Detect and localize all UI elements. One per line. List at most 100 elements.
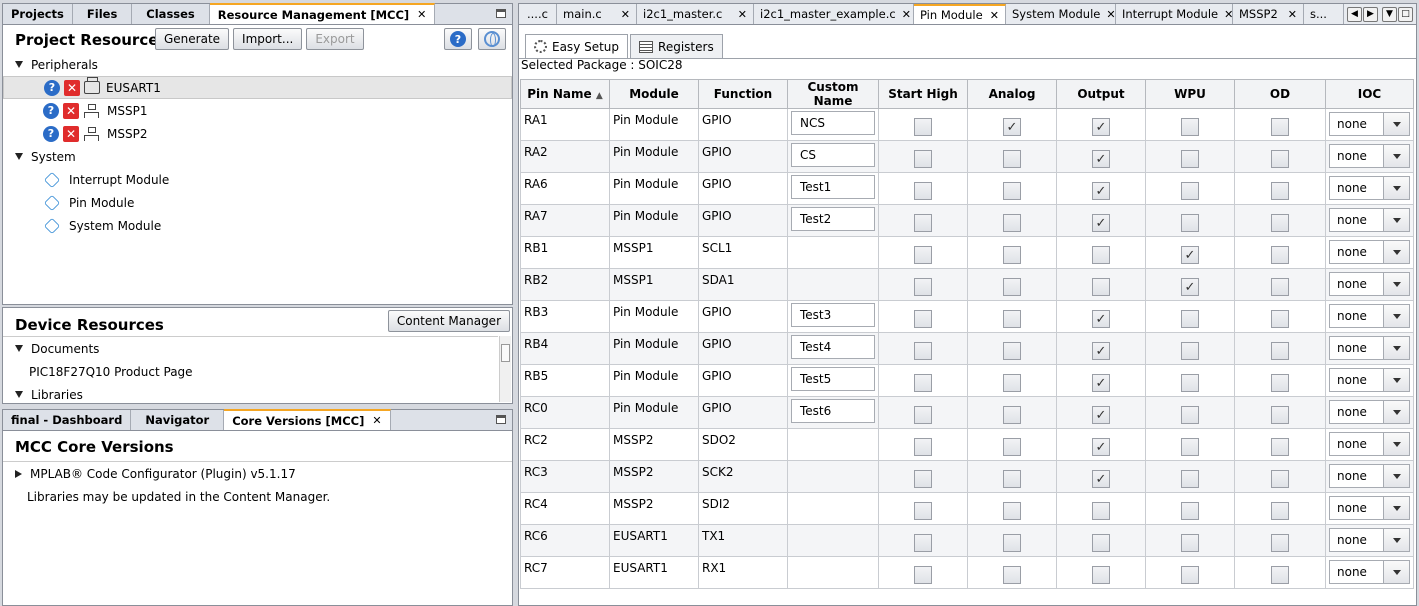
chevron-down-icon[interactable] xyxy=(1383,465,1409,487)
output-checkbox[interactable]: ✓ xyxy=(1092,470,1110,488)
output-checkbox[interactable]: ✓ xyxy=(1092,438,1110,456)
remove-icon[interactable]: ✕ xyxy=(64,79,80,96)
scroll-left-icon[interactable]: ◀ xyxy=(1347,6,1362,22)
tree-libraries[interactable]: Libraries xyxy=(3,383,498,406)
close-icon[interactable]: ✕ xyxy=(615,8,630,21)
start-high-checkbox[interactable] xyxy=(914,278,932,296)
output-checkbox[interactable]: ✓ xyxy=(1092,118,1110,136)
wpu-checkbox[interactable] xyxy=(1181,438,1199,456)
analog-checkbox[interactable] xyxy=(1003,278,1021,296)
tab-pin-module[interactable]: Pin Module ✕ xyxy=(914,4,1006,24)
tab-truncated[interactable]: s... xyxy=(1304,4,1344,24)
chevron-down-icon[interactable] xyxy=(1383,177,1409,199)
col-od[interactable]: OD xyxy=(1234,79,1326,109)
ioc-select[interactable]: none xyxy=(1329,304,1410,328)
custom-name-field[interactable]: Test6 xyxy=(791,399,875,423)
tree-system[interactable]: System xyxy=(3,145,512,168)
od-checkbox[interactable] xyxy=(1271,310,1289,328)
expand-icon[interactable] xyxy=(15,61,23,68)
wpu-checkbox[interactable] xyxy=(1181,182,1199,200)
tab-file-truncated[interactable]: ....c xyxy=(519,4,557,24)
tree-item-system-module[interactable]: System Module xyxy=(3,214,512,237)
wpu-checkbox[interactable]: ✓ xyxy=(1181,246,1199,264)
analog-checkbox[interactable] xyxy=(1003,438,1021,456)
ioc-select[interactable]: none xyxy=(1329,464,1410,488)
pin-row[interactable]: RA7 Pin Module GPIO Test2 ✓ none xyxy=(520,204,1414,237)
col-output[interactable]: Output xyxy=(1056,79,1146,109)
chevron-down-icon[interactable] xyxy=(1383,305,1409,327)
pin-row[interactable]: RC2 MSSP2 SDO2 ✓ none xyxy=(520,428,1414,461)
pin-row[interactable]: RB2 MSSP1 SDA1 ✓ none xyxy=(520,268,1414,301)
output-checkbox[interactable] xyxy=(1092,534,1110,552)
ioc-select[interactable]: none xyxy=(1329,560,1410,584)
wpu-checkbox[interactable] xyxy=(1181,374,1199,392)
ioc-select[interactable]: none xyxy=(1329,432,1410,456)
collapse-icon[interactable] xyxy=(15,469,22,478)
ioc-select[interactable]: none xyxy=(1329,144,1410,168)
tab-projects[interactable]: Projects xyxy=(3,4,73,24)
tree-item-mssp1[interactable]: ? ✕ MSSP1 xyxy=(3,99,512,122)
ioc-select[interactable]: none xyxy=(1329,176,1410,200)
tree-peripherals[interactable]: Peripherals xyxy=(3,53,512,76)
pin-row[interactable]: RA1 Pin Module GPIO NCS ✓ ✓ none xyxy=(520,108,1414,141)
tree-item-mssp2[interactable]: ? ✕ MSSP2 xyxy=(3,122,512,145)
od-checkbox[interactable] xyxy=(1271,534,1289,552)
chevron-down-icon[interactable] xyxy=(1383,337,1409,359)
chevron-down-icon[interactable] xyxy=(1383,209,1409,231)
ioc-select[interactable]: none xyxy=(1329,528,1410,552)
expand-icon[interactable] xyxy=(15,345,23,352)
analog-checkbox[interactable] xyxy=(1003,182,1021,200)
custom-name-field[interactable]: NCS xyxy=(791,111,875,135)
od-checkbox[interactable] xyxy=(1271,214,1289,232)
close-icon[interactable]: ✕ xyxy=(1282,8,1297,21)
wpu-checkbox[interactable]: ✓ xyxy=(1181,278,1199,296)
close-icon[interactable]: ✕ xyxy=(417,8,426,21)
analog-checkbox[interactable]: ✓ xyxy=(1003,118,1021,136)
custom-name-field[interactable]: Test3 xyxy=(791,303,875,327)
chevron-down-icon[interactable] xyxy=(1383,113,1409,135)
scrollbar[interactable] xyxy=(499,336,511,402)
chevron-down-icon[interactable] xyxy=(1383,241,1409,263)
tab-classes[interactable]: Classes xyxy=(132,4,210,24)
tab-navigator[interactable]: Navigator xyxy=(131,410,225,430)
pin-row[interactable]: RB1 MSSP1 SCL1 ✓ none xyxy=(520,236,1414,269)
pin-row[interactable]: RC6 EUSART1 TX1 none xyxy=(520,524,1414,557)
od-checkbox[interactable] xyxy=(1271,150,1289,168)
col-ioc[interactable]: IOC xyxy=(1325,79,1414,109)
col-analog[interactable]: Analog xyxy=(967,79,1057,109)
pin-row[interactable]: RC0 Pin Module GPIO Test6 ✓ none xyxy=(520,396,1414,429)
tab-registers[interactable]: Registers xyxy=(630,34,723,58)
pin-row[interactable]: RB3 Pin Module GPIO Test3 ✓ none xyxy=(520,300,1414,333)
wpu-checkbox[interactable] xyxy=(1181,118,1199,136)
expand-icon[interactable] xyxy=(15,153,23,160)
pin-row[interactable]: RB4 Pin Module GPIO Test4 ✓ none xyxy=(520,332,1414,365)
output-checkbox[interactable]: ✓ xyxy=(1092,214,1110,232)
chevron-down-icon[interactable] xyxy=(1383,401,1409,423)
generate-button[interactable]: Generate xyxy=(155,28,230,50)
wpu-checkbox[interactable] xyxy=(1181,566,1199,584)
ioc-select[interactable]: none xyxy=(1329,368,1410,392)
start-high-checkbox[interactable] xyxy=(914,310,932,328)
analog-checkbox[interactable] xyxy=(1003,310,1021,328)
analog-checkbox[interactable] xyxy=(1003,374,1021,392)
import-button[interactable]: Import... xyxy=(233,28,303,50)
od-checkbox[interactable] xyxy=(1271,374,1289,392)
col-wpu[interactable]: WPU xyxy=(1145,79,1235,109)
start-high-checkbox[interactable] xyxy=(914,374,932,392)
start-high-checkbox[interactable] xyxy=(914,502,932,520)
minimize-icon[interactable] xyxy=(496,9,506,18)
wpu-checkbox[interactable] xyxy=(1181,310,1199,328)
export-button[interactable]: Export xyxy=(306,28,364,50)
wpu-checkbox[interactable] xyxy=(1181,470,1199,488)
custom-name-field[interactable]: Test4 xyxy=(791,335,875,359)
custom-name-field[interactable]: CS xyxy=(791,143,875,167)
start-high-checkbox[interactable] xyxy=(914,214,932,232)
tab-main-c[interactable]: main.c ✕ xyxy=(557,4,637,24)
chevron-down-icon[interactable] xyxy=(1383,497,1409,519)
tree-documents[interactable]: Documents xyxy=(3,337,498,360)
col-module[interactable]: Module xyxy=(609,79,699,109)
tab-list-icon[interactable]: ▼ xyxy=(1382,6,1397,22)
wpu-checkbox[interactable] xyxy=(1181,534,1199,552)
tab-core-versions[interactable]: Core Versions [MCC] ✕ xyxy=(224,409,391,430)
chevron-down-icon[interactable] xyxy=(1383,561,1409,583)
